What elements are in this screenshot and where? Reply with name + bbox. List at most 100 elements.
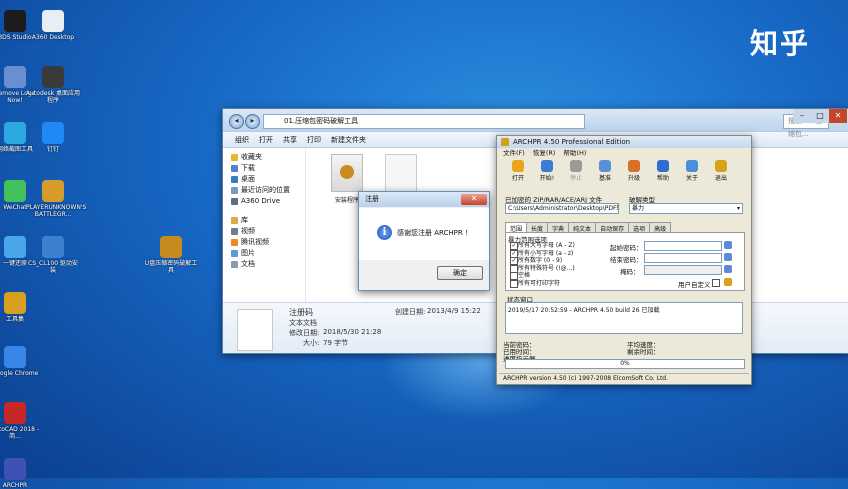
address-text: 01.压缩包密码破解工具 [284,117,359,125]
toolbar-button[interactable]: 开始! [534,158,560,186]
charset-checkbox[interactable]: 空格 [510,272,530,280]
nav-label: 最近访问的位置 [241,186,290,194]
desktop-shortcut[interactable]: ARCHPR [0,458,42,489]
dialog-titlebar[interactable]: 注册 ✕ [359,192,489,207]
exit-icon [715,160,727,172]
menu-help[interactable]: 帮助(H) [563,148,586,158]
nav-pictures[interactable]: 图片 [223,248,305,259]
nav-favorites[interactable]: 收藏夹 [223,152,305,163]
charset-icon[interactable] [724,278,732,286]
stop-icon [570,160,582,172]
maximize-icon[interactable]: □ [811,109,829,123]
toolbar-button[interactable]: 退出 [708,158,734,186]
desktop-shortcut[interactable]: CS_CL100 驱动安装 [26,236,80,274]
end-password-input[interactable] [644,253,722,263]
nav-label: 桌面 [241,175,255,183]
nav-downloads[interactable]: 下载 [223,163,305,174]
charset-checkbox[interactable]: 所有特殊符号 (!@...) [510,264,575,273]
start-icon [541,160,553,172]
help-icon [657,160,669,172]
library-icon [231,217,238,224]
print-button[interactable]: 打印 [307,135,321,145]
custom-charset-checkbox[interactable] [712,279,720,287]
clear-icon[interactable] [724,253,732,261]
progress-bar: 0% [505,359,745,369]
nav-documents[interactable]: 文档 [223,259,305,270]
custom-charset-label: 用户自定义 [678,281,711,289]
nav-tencent-video[interactable]: 腾讯视频 [223,237,305,248]
forward-icon[interactable]: ▸ [245,114,260,129]
menu-recovery[interactable]: 恢复(R) [533,148,556,158]
share-button[interactable]: 共享 [283,135,297,145]
nav-recent[interactable]: 最近访问的位置 [223,185,305,196]
minimize-icon[interactable]: – [793,109,811,123]
nav-library[interactable]: 库 [223,215,305,226]
mask-input[interactable] [644,265,722,275]
nav-label: A360 Drive [241,197,281,205]
back-icon[interactable]: ◂ [229,114,244,129]
recent-icon [231,187,238,194]
menu-file[interactable]: 文件(F) [503,148,525,158]
detail-type: 文本文档 [289,319,317,327]
toolbar-button[interactable]: 关于 [679,158,705,186]
autocad-icon [4,402,26,424]
desktop-shortcut[interactable]: U盘压缩密码破解工具 [144,236,198,274]
archpr-window[interactable]: ARCHPR 4.50 Professional Edition 文件(F) 恢… [496,135,752,385]
file-label: 安装程序 [334,197,359,204]
desktop-shortcut[interactable]: 工具集 [0,292,42,323]
desktop-shortcut[interactable]: AutoCAD 2018 - 简... [0,402,42,440]
close-icon[interactable]: ✕ [461,194,487,205]
zip-cracker-icon [160,236,182,258]
nav-label: 文档 [241,260,255,268]
about-icon [686,160,698,172]
toolbar-button[interactable]: 升级 [621,158,647,186]
toolbar-button[interactable]: 停止 [563,158,589,186]
charset-checkbox[interactable]: 所有可打印字符 [510,279,561,288]
checkbox-label: 所有可打印字符 [518,279,561,287]
nav-videos[interactable]: 视频 [223,226,305,237]
charset-checkbox[interactable]: ✓ 所有数字 (0 - 9) [510,257,562,265]
star-icon [231,154,238,161]
nav-desktop[interactable]: 桌面 [223,174,305,185]
close-icon[interactable]: ✕ [829,109,847,123]
desktop-shortcut-label: AutoCAD 2018 - 简... [0,426,40,440]
range-tab-panel: 暴力范围选项 ✓ 所有大写字母 (A - Z) ✓ 所有小写字母 (a - z) ✓ 所有… [505,232,745,291]
new-folder-button[interactable]: 新建文件夹 [331,135,366,145]
toolbar-button[interactable]: 帮助 [650,158,676,186]
nav-a360[interactable]: A360 Drive [223,196,305,207]
archpr-logo-icon [501,138,509,146]
upgrade-icon [628,160,640,172]
status-log[interactable]: 2019/5/17 20:52:59 - ARCHPR 4.50 build 2… [505,302,743,334]
toolset-icon [4,292,26,314]
file-item[interactable] [379,154,423,195]
dialog-title: 注册 [365,195,379,203]
clear-icon[interactable] [724,241,732,249]
log-line: 2019/5/17 20:52:59 - ARCHPR 4.50 build 2… [508,307,660,314]
charset-checkbox[interactable]: ✓ 所有大写字母 (A - Z) [510,242,575,250]
desktop-shortcut[interactable]: A360 Desktop [26,10,80,41]
charset-checkbox[interactable]: ✓ 所有小写字母 (a - z) [510,249,573,258]
open-button[interactable]: 打开 [259,135,273,145]
clear-icon[interactable] [724,265,732,273]
attack-type-select[interactable]: 暴力 ▾ [629,203,743,214]
archpr-titlebar[interactable]: ARCHPR 4.50 Professional Edition [497,136,751,148]
register-dialog[interactable]: 注册 ✕ i 感谢您注册 ARCHPR ！ 确定 [358,191,490,291]
encrypted-file-input[interactable]: C:\Users\Administrator\Desktop\PDF转换 [505,203,619,214]
3ds-studio-icon [4,10,26,32]
driver-install-icon [42,236,64,258]
desktop-shortcut[interactable]: Google Chrome [0,346,42,377]
explorer-titlebar[interactable]: ◂ ▸ 01.压缩包密码破解工具 搜索 01.压缩包... – □ ✕ [223,109,848,138]
toolbar-label: 停止 [569,175,582,182]
ok-button[interactable]: 确定 [437,266,483,280]
toolbar-button[interactable]: 打开 [505,158,531,186]
desktop-shortcut[interactable]: Autodesk 桌面应用程序 [26,66,80,104]
toolbar-button[interactable]: 基准 [592,158,618,186]
detail-modified-label: 修改日期: [289,329,320,337]
start-password-input[interactable] [644,241,722,251]
nav-label: 腾讯视频 [241,238,269,246]
desktop-shortcut[interactable]: 钉钉 [26,122,80,153]
toolbar-label: 帮助 [656,175,669,182]
desktop-shortcut[interactable]: PLAYERUNKNOWN'S BATTLEGR... [26,180,86,218]
organize-button[interactable]: 组织 [235,135,249,145]
address-bar[interactable]: 01.压缩包密码破解工具 [263,114,585,129]
